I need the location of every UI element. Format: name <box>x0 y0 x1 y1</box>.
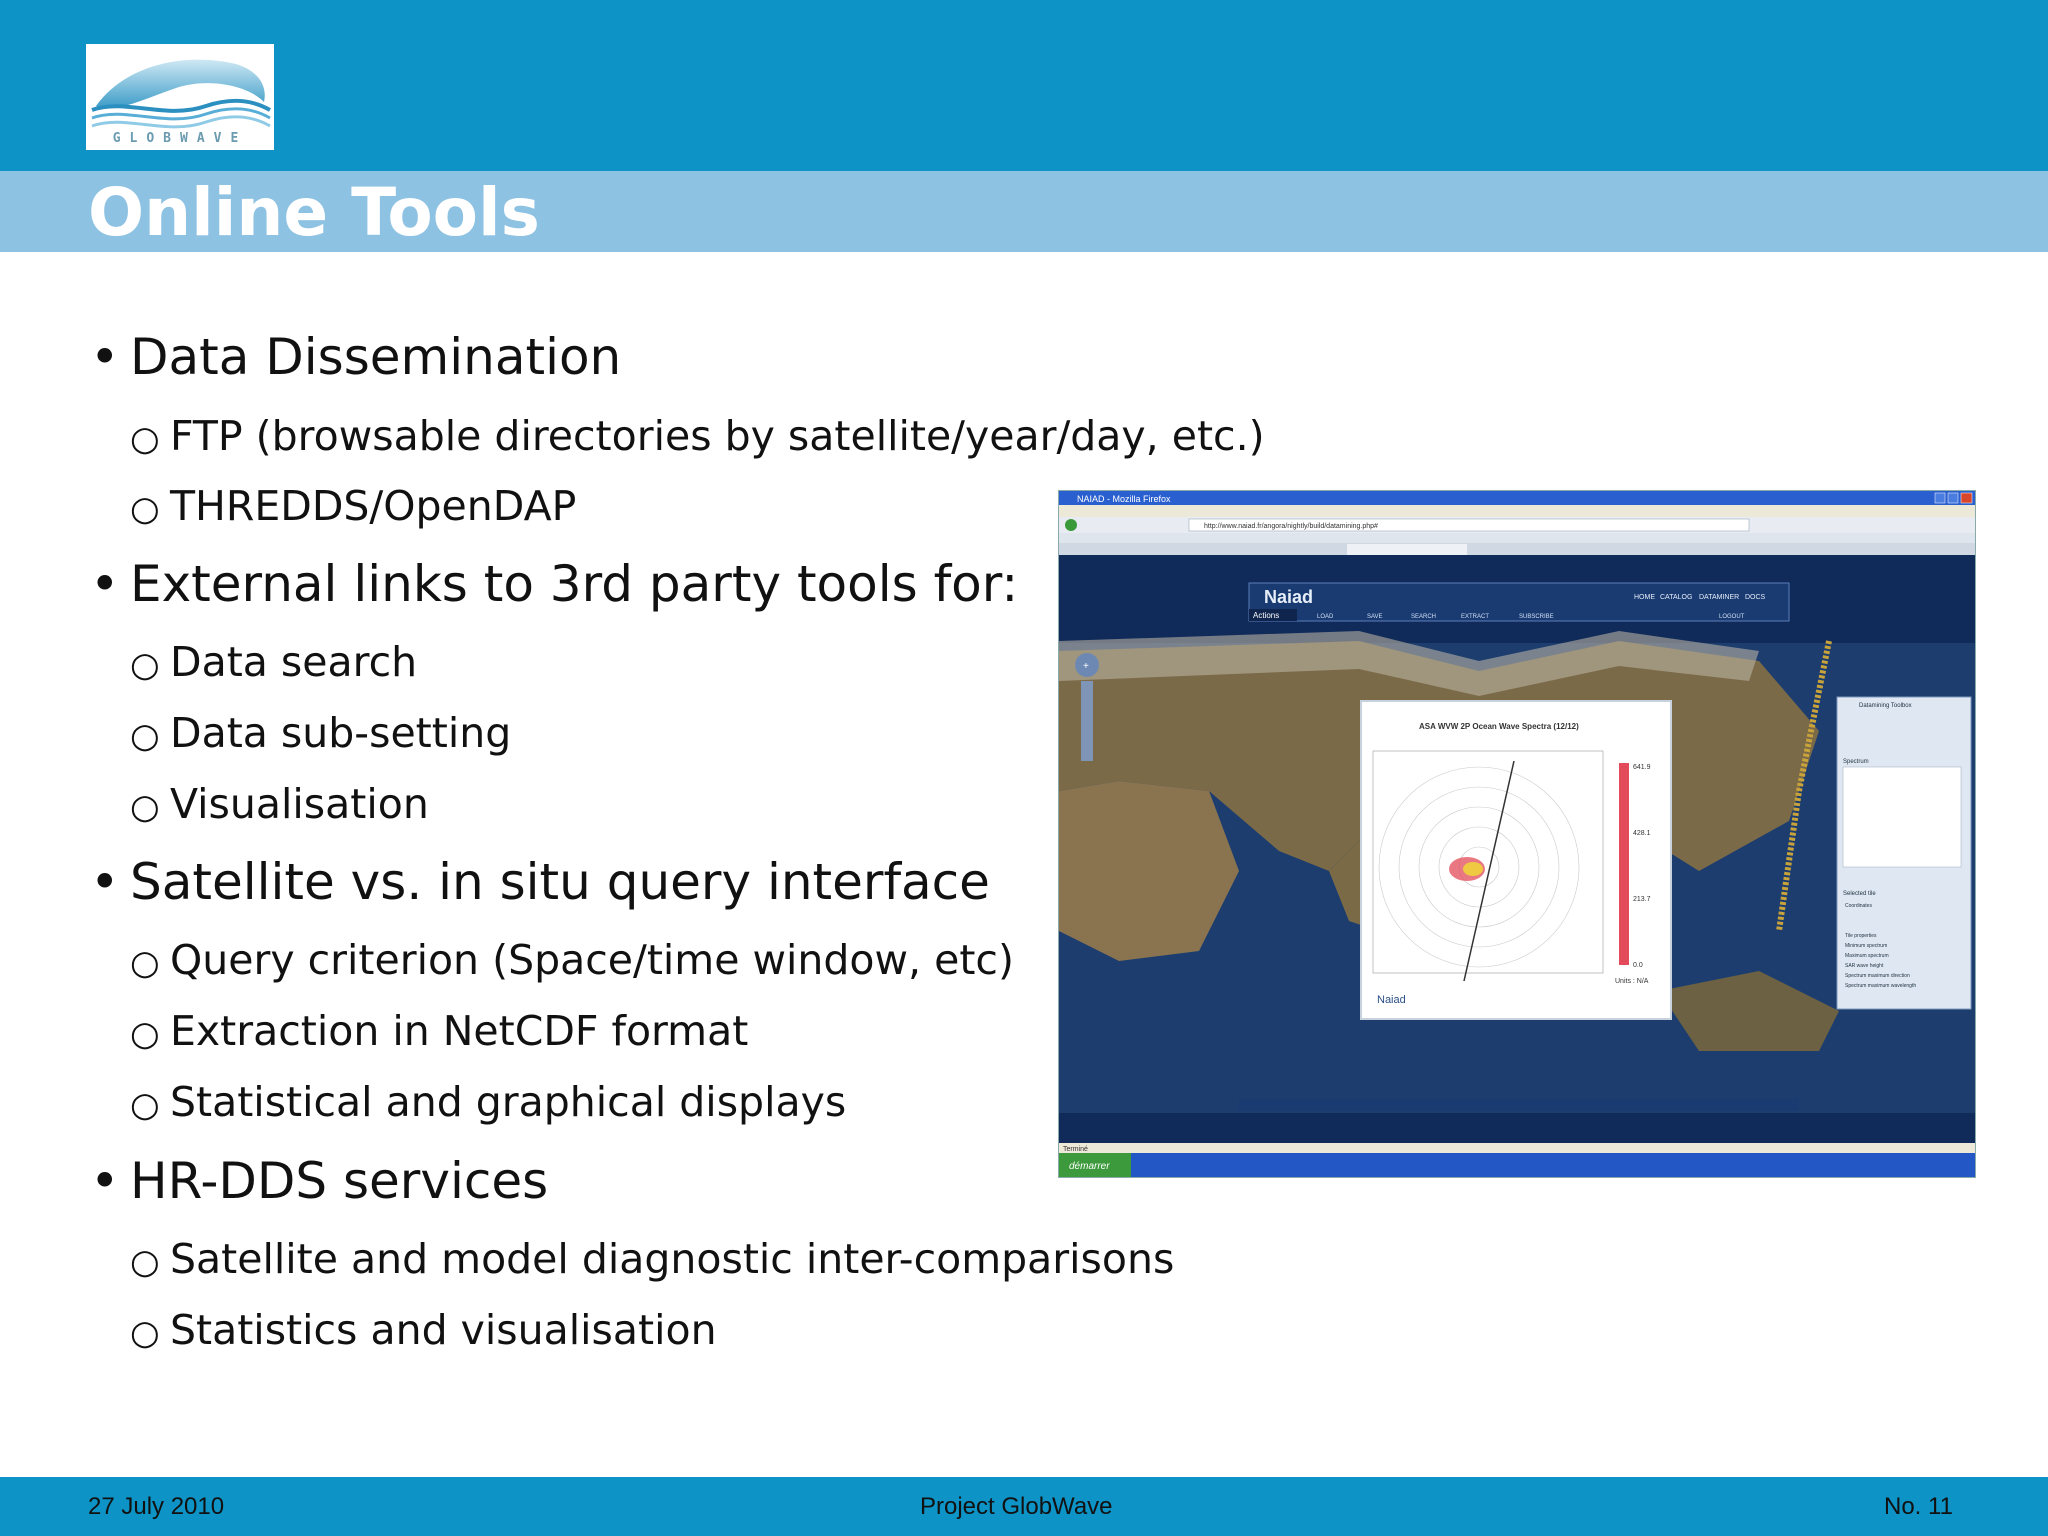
toolbar-load: LOAD <box>1317 614 1334 620</box>
mini-spectrum <box>1842 766 1962 868</box>
close-icon <box>1960 492 1973 504</box>
naiad-screenshot: NAIAD - Mozilla Firefox http://www.naiad… <box>1058 490 1976 1178</box>
footer-project: Project GlobWave <box>920 1493 1113 1520</box>
status-bar <box>1059 1143 1975 1153</box>
panel-row: Minimum spectrum <box>1845 943 1887 949</box>
zoom-in-icon: + <box>1083 661 1089 672</box>
bookmarks-bar <box>1059 533 1975 543</box>
sub-bullet-text: Query criterion (Space/time window, etc) <box>170 936 1014 984</box>
bullet-text: HR-DDS services <box>130 1152 549 1210</box>
actions-label: Actions <box>1253 611 1279 620</box>
nav-docs: DOCS <box>1745 594 1766 601</box>
colorbar-tick: 0.0 <box>1633 962 1643 969</box>
sub-bullet-text: Data sub-setting <box>170 709 512 757</box>
maximize-icon <box>1947 492 1959 504</box>
tile-properties-label: Tile properties <box>1845 933 1877 939</box>
toolbar-subscribe: SUBSCRIBE <box>1519 614 1554 620</box>
bullet-text: External links to 3rd party tools for: <box>130 555 1019 613</box>
sub-bullet-text: Statistics and visualisation <box>170 1306 717 1354</box>
colorbar-tick: 213.7 <box>1633 896 1651 903</box>
map-footer-bar <box>1239 1099 1799 1111</box>
bullet-text: Satellite vs. in situ query interface <box>130 853 990 911</box>
bullet-item: • HR-DDS services <box>90 1152 549 1210</box>
nav-catalog: CATALOG <box>1660 594 1692 601</box>
sub-bullet-text: THREDDS/OpenDAP <box>170 482 577 530</box>
colorbar-tick: 641.9 <box>1633 764 1651 771</box>
sub-bullet-text: FTP (browsable directories by satellite/… <box>170 412 1265 460</box>
tab-bar <box>1059 543 1975 555</box>
logout-link: LOGOUT <box>1719 614 1745 620</box>
popup-logo: Naiad <box>1377 994 1406 1006</box>
globwave-logo: GLOBWAVE <box>86 44 274 150</box>
bullet-item: • Satellite vs. in situ query interface <box>90 853 990 911</box>
panel-row: Maximum spectrum <box>1845 953 1889 959</box>
nav-dataminer: DATAMINER <box>1699 594 1739 601</box>
back-icon <box>1065 519 1077 531</box>
slide-title: Online Tools <box>88 174 540 251</box>
sub-bullet-item: ○ Data sub-setting <box>130 709 512 757</box>
toolbar-search: SEARCH <box>1411 614 1436 620</box>
sub-bullet-text: Statistical and graphical displays <box>170 1078 847 1126</box>
sub-bullet-text: Visualisation <box>170 780 429 828</box>
logo-text: GLOBWAVE <box>112 131 248 146</box>
toolbar-extract: EXTRACT <box>1461 614 1489 620</box>
sub-bullet-item: ○ Query criterion (Space/time window, etc… <box>130 936 1014 984</box>
bullet-item: • Data Dissemination <box>90 328 622 386</box>
active-tab <box>1347 544 1467 555</box>
footer-page-number: No. 11 <box>1884 1493 1953 1520</box>
taskbar <box>1059 1153 1975 1177</box>
selected-tile-label: Selected tile <box>1843 891 1876 897</box>
start-label: démarrer <box>1069 1161 1110 1172</box>
url-text: http://www.naiad.fr/angora/nightly/build… <box>1204 523 1378 530</box>
naiad-logo: Naiad <box>1264 587 1313 607</box>
panel-row: Spectrum maximum direction <box>1845 973 1910 979</box>
toolbox-header: Datamining Toolbox <box>1859 703 1912 709</box>
footer-date: 27 July 2010 <box>88 1493 225 1520</box>
sub-bullet-item: ○ THREDDS/OpenDAP <box>130 482 577 530</box>
spectrum-core <box>1463 862 1483 876</box>
status-text: Terminé <box>1063 1146 1088 1153</box>
units-label: Units : N/A <box>1615 978 1649 985</box>
nav-home: HOME <box>1634 594 1655 601</box>
panel-row: Spectrum maximum wavelength <box>1845 983 1916 989</box>
sub-bullet-text: Extraction in NetCDF format <box>170 1007 749 1055</box>
sub-bullet-text: Data search <box>170 638 418 686</box>
sub-bullet-item: ○ Data search <box>130 638 418 686</box>
sub-bullet-item: ○ Extraction in NetCDF format <box>130 1007 749 1055</box>
colorbar-tick: 428.1 <box>1633 830 1651 837</box>
footer: 27 July 2010 Project GlobWave No. 11 <box>0 1477 2048 1536</box>
sub-bullet-item: ○ FTP (browsable directories by satellite… <box>130 412 1265 460</box>
toolbar-save: SAVE <box>1367 614 1383 620</box>
colorbar <box>1619 763 1629 965</box>
window-titlebar <box>1059 491 1975 505</box>
bullet-item: • External links to 3rd party tools for: <box>90 555 1019 613</box>
zoom-slider <box>1081 681 1093 761</box>
sub-bullet-item: ○ Visualisation <box>130 780 429 828</box>
window-title: NAIAD - Mozilla Firefox <box>1077 494 1171 504</box>
coordinates-label: Coordinates <box>1845 903 1872 909</box>
header-band <box>0 0 2048 171</box>
sub-bullet-item: ○ Statistics and visualisation <box>130 1306 717 1354</box>
sub-bullet-item: ○ Statistical and graphical displays <box>130 1078 847 1126</box>
sub-bullet-item: ○ Satellite and model diagnostic inter-co… <box>130 1235 1175 1283</box>
sub-bullet-text: Satellite and model diagnostic inter-com… <box>170 1235 1175 1283</box>
minimize-icon <box>1934 492 1946 504</box>
popup-title: ASA WVW 2P Ocean Wave Spectra (12/12) <box>1419 722 1579 731</box>
bullet-text: Data Dissemination <box>130 328 622 386</box>
spectrum-label: Spectrum <box>1843 759 1869 765</box>
panel-row: SAR wave height <box>1845 963 1884 969</box>
menu-bar <box>1059 505 1975 517</box>
polar-plot-area <box>1372 750 1604 974</box>
